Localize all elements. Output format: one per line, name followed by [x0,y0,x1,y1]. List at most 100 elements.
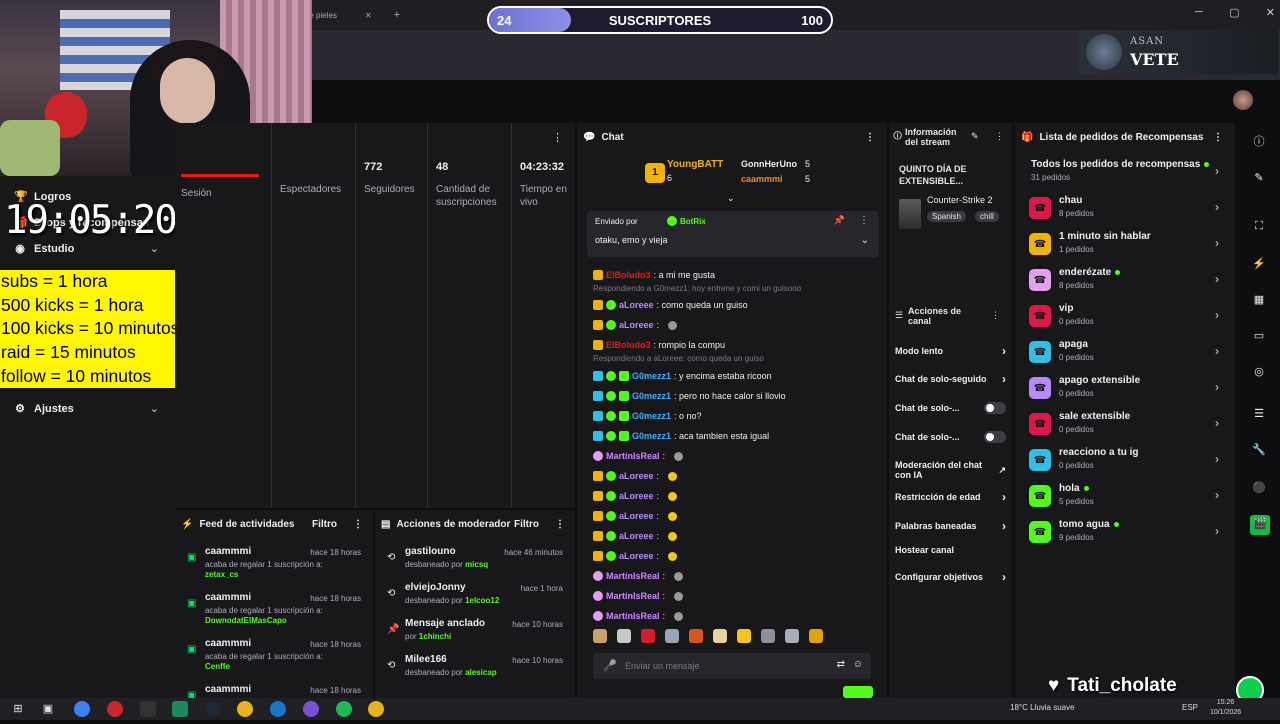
more-icon[interactable]: ⋮ [859,215,869,226]
reward-item[interactable]: ☎ apago extensible 0 pedidos › [1029,375,1221,405]
chat-message[interactable]: ElBoludo3: a mi me gusta [593,270,715,280]
chat-username[interactable]: ElBoludo3 [606,340,651,350]
language-text[interactable]: ESP [1182,703,1198,712]
chrome-icon[interactable] [368,701,384,717]
reward-item[interactable]: ☎ reacciono a tu ig 0 pedidos › [1029,447,1221,477]
leader-name[interactable]: YoungBATT [667,159,723,170]
chat-username[interactable]: G0mezz1 [632,431,671,441]
new-tab-icon[interactable]: + [394,9,400,21]
list-item[interactable]: ▣ caammmi hace 18 horas acaba de regalar 1 … [183,638,365,678]
edit-icon[interactable]: ✎ [971,131,979,142]
chat-message[interactable]: MartinIsReal: [593,611,684,621]
chat-message[interactable]: aLoreee: [593,491,678,501]
chat-message[interactable]: aLoreee: [593,531,678,541]
chat-message[interactable]: aLoreee: [593,320,678,330]
channel-action-item[interactable]: Modo lento › [895,344,1006,358]
more-icon[interactable]: ⋮ [865,132,875,143]
emote-icon[interactable] [761,629,775,643]
chat-message[interactable]: ElBoludo3: rompio la compu [593,340,725,350]
app-icon[interactable] [172,701,188,717]
chat-message[interactable]: MartinIsReal: [593,451,684,461]
emote-icon[interactable] [593,629,607,643]
broadcast-icon[interactable]: ◎ [1250,363,1268,381]
game-name[interactable]: Counter-Strike 2 [927,195,993,205]
chat-message[interactable]: MartinIsReal: [593,571,684,581]
translate-icon[interactable]: ⇄ [837,659,845,670]
chevron-down-icon[interactable]: ⌄ [150,402,159,415]
chat-icon[interactable]: ▭ [1250,327,1268,345]
reward-item[interactable]: ☎ hola 5 pedidos › [1029,483,1221,513]
list-item[interactable]: ▣ caammmi hace 18 horas acaba de regalar 1 … [183,546,365,586]
crop-icon[interactable]: ⛶ [1250,217,1268,235]
close-window-icon[interactable]: ✕ [1266,6,1275,20]
maximize-icon[interactable]: ▢ [1229,6,1239,20]
toggle-switch[interactable] [984,402,1006,414]
chat-message[interactable]: G0mezz1: o no? [593,411,702,421]
filter-button[interactable]: Filtro [312,519,337,530]
channel-action-item[interactable]: Configurar objetivos › [895,570,1006,584]
chat-message[interactable]: aLoreee: como queda un guiso [593,300,748,310]
chat-username[interactable]: aLoreee [619,320,654,330]
close-icon[interactable]: ✕ [365,11,372,20]
lightning-icon[interactable]: ⚡ [1250,255,1268,273]
pin-icon[interactable]: 📌 [834,215,845,226]
spotify-icon[interactable] [336,701,352,717]
channel-action-item[interactable]: Hostear canal [895,545,1006,555]
edit-icon[interactable]: ✎ [1250,169,1268,187]
chat-username[interactable]: aLoreee [619,491,654,501]
emoji-icon[interactable]: ☺ [853,659,863,670]
reward-item[interactable]: ☎ apaga 0 pedidos › [1029,339,1221,369]
list-item[interactable]: 📌 Mensaje anclado hace 10 horas por 1chinch… [383,618,567,658]
list-item[interactable]: ⟲ Milee166 hace 10 horas desbaneado por ale… [383,654,567,694]
leader-name[interactable]: caammmi [741,174,783,184]
chat-username[interactable]: MartinIsReal [606,611,660,621]
chat-username[interactable]: G0mezz1 [632,411,671,421]
chat-username[interactable]: ElBoludo3 [606,270,651,280]
app-icon[interactable] [107,701,123,717]
wrench-icon[interactable]: 🔧 [1250,441,1268,459]
copilot-icon[interactable] [74,701,90,717]
clapper-icon[interactable]: 🎬 [1250,515,1270,535]
clock-tray[interactable]: 15:26 10/1/2026 [1210,698,1241,718]
app-icon[interactable] [140,701,156,717]
more-icon[interactable]: ⋮ [1213,132,1223,143]
tag-chip[interactable]: chill [975,211,999,222]
browser-tab[interactable]: r de pieles ✕ + [300,4,450,26]
start-icon[interactable]: ⊞ [10,701,26,717]
chat-username[interactable]: MartinIsReal [606,451,660,461]
emote-icon[interactable] [641,629,655,643]
chat-username[interactable]: aLoreee [619,471,654,481]
pinned-message[interactable]: Enviado por BotRix 📌 ⋮ otaku, emo y viej… [587,211,879,257]
avatar[interactable] [1233,90,1253,110]
tag-chip[interactable]: Spanish [927,211,966,222]
microphone-icon[interactable]: 🎤 [603,659,617,672]
chat-username[interactable]: aLoreee [619,531,654,541]
more-icon[interactable]: ⋮ [353,519,363,530]
channel-action-item[interactable]: Restricción de edad › [895,490,1006,504]
emote-icon[interactable] [665,629,679,643]
chat-message[interactable]: G0mezz1: aca tambien esta igual [593,431,769,441]
minimize-icon[interactable]: ─ [1195,6,1203,20]
chat-message[interactable]: aLoreee: [593,471,678,481]
channel-action-item[interactable]: Chat de solo-... [895,431,1006,443]
reward-item[interactable]: ☎ sale extensible 0 pedidos › [1029,411,1221,441]
chevron-down-icon[interactable]: ⌄ [150,242,159,255]
chat-message[interactable]: aLoreee: [593,551,678,561]
steam-icon[interactable] [205,701,221,717]
chrome-icon[interactable] [237,701,253,717]
toggle-switch[interactable] [984,431,1006,443]
emote-icon[interactable] [809,629,823,643]
task-view-icon[interactable]: ▣ [40,701,56,717]
filter-button[interactable]: Filtro [514,519,539,530]
more-icon[interactable]: ⋮ [995,131,1004,142]
edge-icon[interactable] [270,701,286,717]
chat-message[interactable]: aLoreee: [593,511,678,521]
chat-username[interactable]: aLoreee [619,300,654,310]
list-item[interactable]: ⟲ gastilouno hace 46 minutos desbaneado por… [383,546,567,586]
channel-action-item[interactable]: Moderación del chat con IA ↗ [895,460,1006,480]
channel-action-item[interactable]: Palabras baneadas › [895,519,1006,533]
more-icon[interactable]: ⋮ [555,519,565,530]
list-item[interactable]: ▣ caammmi hace 18 horas acaba de regalar 1 … [183,592,365,632]
list-item[interactable]: ⟲ elviejoJonny hace 1 hora desbaneado por 1… [383,582,567,622]
reward-item[interactable]: ☎ 1 minuto sin hablar 1 pedidos › [1029,231,1221,261]
